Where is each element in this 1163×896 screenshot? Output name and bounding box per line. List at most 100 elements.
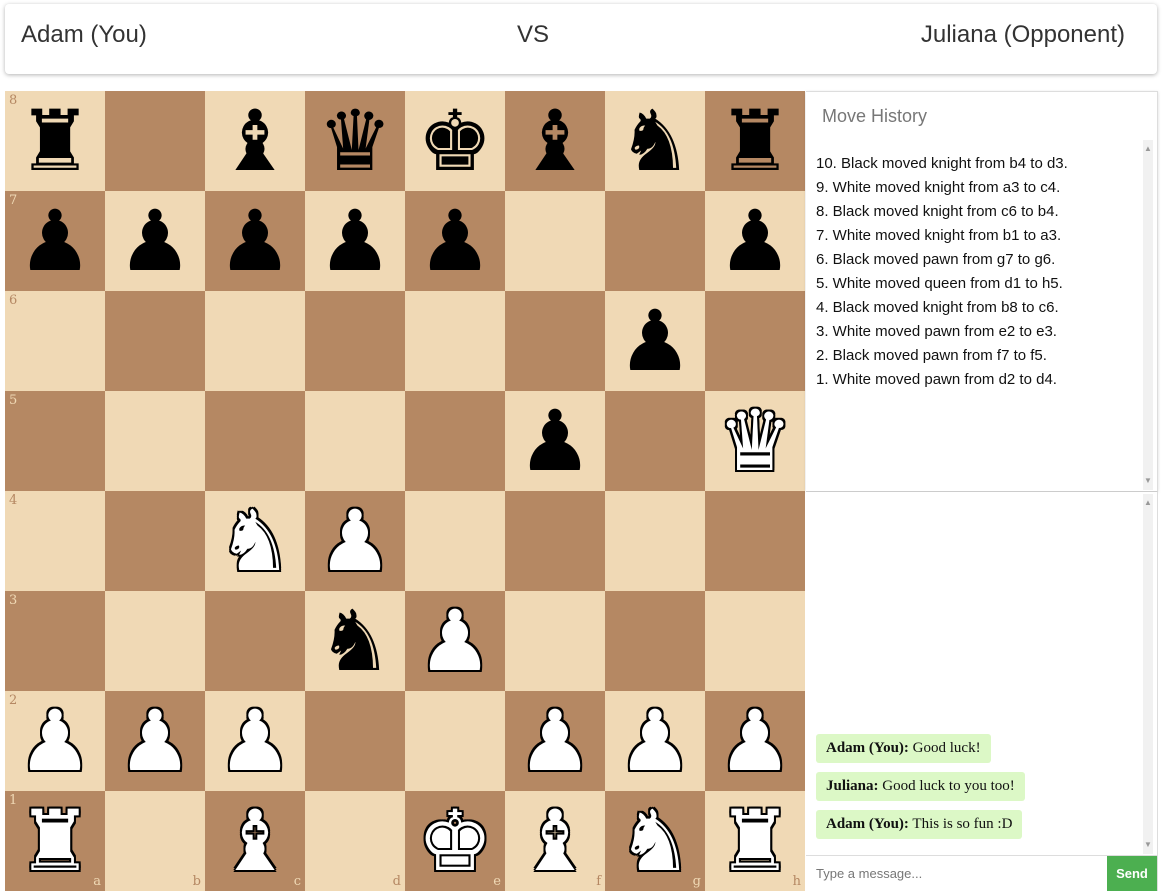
square-a8[interactable]: 8 ♜ <box>5 91 105 191</box>
black-knight-icon[interactable]: ♞ <box>605 91 705 191</box>
square-e5[interactable] <box>405 391 505 491</box>
square-g6[interactable]: ♟ <box>605 291 705 391</box>
square-h3[interactable] <box>705 591 805 691</box>
square-e6[interactable] <box>405 291 505 391</box>
square-b6[interactable] <box>105 291 205 391</box>
black-knight-icon[interactable]: ♞ <box>305 591 405 691</box>
white-pawn-icon[interactable]: ♟ <box>605 691 705 791</box>
square-h5[interactable]: ♛ <box>705 391 805 491</box>
square-d2[interactable] <box>305 691 405 791</box>
square-a4[interactable]: 4 <box>5 491 105 591</box>
square-g1[interactable]: g ♞ <box>605 791 705 891</box>
scroll-down-icon[interactable]: ▼ <box>1143 840 1153 850</box>
square-a2[interactable]: 2 ♟ <box>5 691 105 791</box>
square-e7[interactable]: ♟ <box>405 191 505 291</box>
square-c1[interactable]: c ♝ <box>205 791 305 891</box>
square-f7[interactable] <box>505 191 605 291</box>
square-f1[interactable]: f ♝ <box>505 791 605 891</box>
square-a1[interactable]: 1 a ♜ <box>5 791 105 891</box>
square-g2[interactable]: ♟ <box>605 691 705 791</box>
square-f2[interactable]: ♟ <box>505 691 605 791</box>
square-h1[interactable]: h ♜ <box>705 791 805 891</box>
black-pawn-icon[interactable]: ♟ <box>105 191 205 291</box>
black-king-icon[interactable]: ♚ <box>405 91 505 191</box>
scroll-down-icon[interactable]: ▼ <box>1143 476 1153 486</box>
square-h7[interactable]: ♟ <box>705 191 805 291</box>
white-rook-icon[interactable]: ♜ <box>705 791 805 891</box>
square-d7[interactable]: ♟ <box>305 191 405 291</box>
black-queen-icon[interactable]: ♛ <box>305 91 405 191</box>
square-a3[interactable]: 3 <box>5 591 105 691</box>
square-a7[interactable]: 7 ♟ <box>5 191 105 291</box>
black-pawn-icon[interactable]: ♟ <box>505 391 605 491</box>
white-pawn-icon[interactable]: ♟ <box>705 691 805 791</box>
chess-board[interactable]: 8 ♜ ♝ ♛ ♚ ♝ ♞ ♜ 7 ♟ ♟ ♟ ♟ ♟ ♟ 6 ♟ 5 ♟ ♛ 4 ♞ ♟ 3 ♞ ♟ 2 ♟ ♟ ♟ ♟ ♟ ♟ 1 a ♜ b c ♝ d… <box>5 91 805 891</box>
square-g3[interactable] <box>605 591 705 691</box>
square-f6[interactable] <box>505 291 605 391</box>
square-d6[interactable] <box>305 291 405 391</box>
black-rook-icon[interactable]: ♜ <box>5 91 105 191</box>
square-h4[interactable] <box>705 491 805 591</box>
square-b4[interactable] <box>105 491 205 591</box>
white-bishop-icon[interactable]: ♝ <box>205 791 305 891</box>
square-d8[interactable]: ♛ <box>305 91 405 191</box>
square-b5[interactable] <box>105 391 205 491</box>
square-e2[interactable] <box>405 691 505 791</box>
square-c8[interactable]: ♝ <box>205 91 305 191</box>
black-pawn-icon[interactable]: ♟ <box>405 191 505 291</box>
black-pawn-icon[interactable]: ♟ <box>605 291 705 391</box>
square-f4[interactable] <box>505 491 605 591</box>
white-pawn-icon[interactable]: ♟ <box>205 691 305 791</box>
square-h8[interactable]: ♜ <box>705 91 805 191</box>
square-e8[interactable]: ♚ <box>405 91 505 191</box>
white-pawn-icon[interactable]: ♟ <box>105 691 205 791</box>
send-button[interactable]: Send <box>1107 856 1157 891</box>
white-bishop-icon[interactable]: ♝ <box>505 791 605 891</box>
white-pawn-icon[interactable]: ♟ <box>305 491 405 591</box>
black-pawn-icon[interactable]: ♟ <box>5 191 105 291</box>
square-c4[interactable]: ♞ <box>205 491 305 591</box>
white-pawn-icon[interactable]: ♟ <box>405 591 505 691</box>
square-g5[interactable] <box>605 391 705 491</box>
square-d4[interactable]: ♟ <box>305 491 405 591</box>
black-pawn-icon[interactable]: ♟ <box>305 191 405 291</box>
black-pawn-icon[interactable]: ♟ <box>705 191 805 291</box>
square-e4[interactable] <box>405 491 505 591</box>
square-d1[interactable]: d <box>305 791 405 891</box>
white-pawn-icon[interactable]: ♟ <box>5 691 105 791</box>
white-queen-icon[interactable]: ♛ <box>705 391 805 491</box>
square-g4[interactable] <box>605 491 705 591</box>
black-rook-icon[interactable]: ♜ <box>705 91 805 191</box>
square-b3[interactable] <box>105 591 205 691</box>
square-b7[interactable]: ♟ <box>105 191 205 291</box>
black-pawn-icon[interactable]: ♟ <box>205 191 305 291</box>
white-knight-icon[interactable]: ♞ <box>205 491 305 591</box>
square-c7[interactable]: ♟ <box>205 191 305 291</box>
square-e3[interactable]: ♟ <box>405 591 505 691</box>
square-b2[interactable]: ♟ <box>105 691 205 791</box>
white-king-icon[interactable]: ♚ <box>405 791 505 891</box>
square-e1[interactable]: e ♚ <box>405 791 505 891</box>
square-c3[interactable] <box>205 591 305 691</box>
square-c5[interactable] <box>205 391 305 491</box>
square-h6[interactable] <box>705 291 805 391</box>
chat-message-input[interactable] <box>806 856 1106 891</box>
square-a6[interactable]: 6 <box>5 291 105 391</box>
black-bishop-icon[interactable]: ♝ <box>205 91 305 191</box>
white-pawn-icon[interactable]: ♟ <box>505 691 605 791</box>
square-d5[interactable] <box>305 391 405 491</box>
scroll-up-icon[interactable]: ▲ <box>1143 498 1153 508</box>
square-g8[interactable]: ♞ <box>605 91 705 191</box>
square-f3[interactable] <box>505 591 605 691</box>
scroll-up-icon[interactable]: ▲ <box>1143 144 1153 154</box>
square-b1[interactable]: b <box>105 791 205 891</box>
square-c2[interactable]: ♟ <box>205 691 305 791</box>
square-a5[interactable]: 5 <box>5 391 105 491</box>
square-d3[interactable]: ♞ <box>305 591 405 691</box>
square-g7[interactable] <box>605 191 705 291</box>
square-c6[interactable] <box>205 291 305 391</box>
move-history-scrollbar[interactable]: ▲ ▼ <box>1143 140 1153 490</box>
white-knight-icon[interactable]: ♞ <box>605 791 705 891</box>
square-b8[interactable] <box>105 91 205 191</box>
square-h2[interactable]: ♟ <box>705 691 805 791</box>
